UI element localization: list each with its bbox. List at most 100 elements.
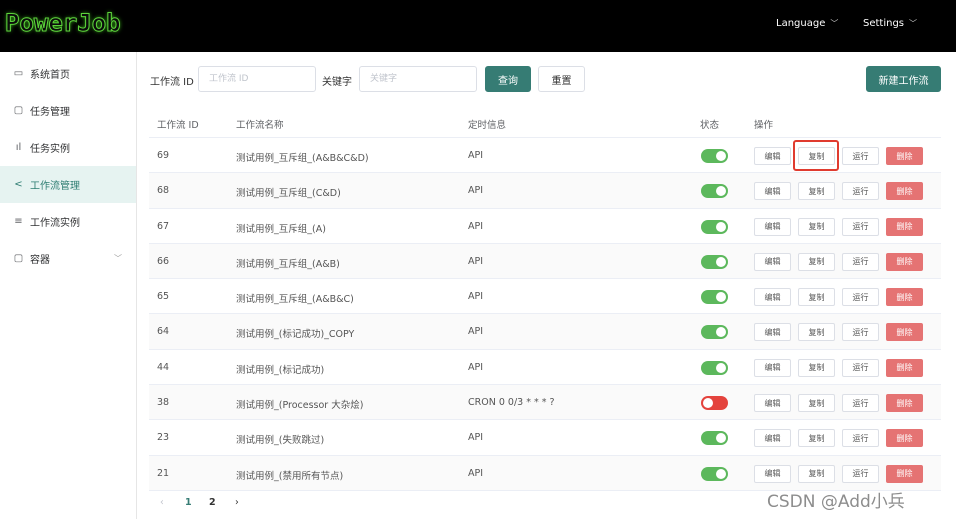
copy-button[interactable]: 复制 xyxy=(798,358,835,377)
status-toggle[interactable] xyxy=(701,360,728,375)
run-button[interactable]: 运行 xyxy=(842,429,879,448)
pagination-prev[interactable]: ‹ xyxy=(160,497,164,508)
status-toggle[interactable] xyxy=(701,254,728,269)
workflow-name-cell: 测试用例_(标记成功)_COPY xyxy=(236,329,355,341)
sidebar-item-workflow-instances[interactable]: ≡ 工作流实例 xyxy=(0,203,136,240)
keyword-input[interactable] xyxy=(359,66,477,92)
task-icon: ▢ xyxy=(13,105,24,116)
settings-label: Settings xyxy=(863,18,905,29)
edit-button[interactable]: 编辑 xyxy=(754,288,791,307)
reset-button[interactable]: 重置 xyxy=(538,66,585,92)
pagination-page-2[interactable]: 2 xyxy=(209,497,216,508)
copy-button[interactable]: 复制 xyxy=(798,217,835,236)
edit-button[interactable]: 编辑 xyxy=(754,323,791,342)
copy-button[interactable]: 复制 xyxy=(798,429,835,448)
toggle-knob xyxy=(716,151,726,161)
copy-button[interactable]: 复制 xyxy=(798,147,835,165)
toggle-knob xyxy=(716,433,726,444)
delete-button[interactable]: 删除 xyxy=(886,394,923,413)
workflow-table: 工作流 ID 工作流名称 定时信息 状态 操作 69 测试用例_互斥组_(A&B&… xyxy=(149,107,941,491)
delete-button[interactable]: 删除 xyxy=(886,217,923,236)
copy-button[interactable]: 复制 xyxy=(798,394,835,413)
run-button[interactable]: 运行 xyxy=(842,182,879,201)
pagination-page-1[interactable]: 1 xyxy=(185,497,192,508)
chevron-down-icon: ﹀ xyxy=(909,19,918,28)
schedule-cell: API xyxy=(468,255,484,267)
sidebar-item-home[interactable]: ▭ 系统首页 xyxy=(0,55,136,92)
run-button[interactable]: 运行 xyxy=(842,252,879,271)
copy-button[interactable]: 复制 xyxy=(798,464,835,483)
toggle-knob xyxy=(716,221,726,232)
status-toggle[interactable] xyxy=(701,219,728,234)
sidebar-item-workflow-management[interactable]: < 工作流管理 xyxy=(0,166,136,203)
delete-button[interactable]: 删除 xyxy=(886,288,923,307)
toggle-knob xyxy=(716,362,726,373)
status-toggle[interactable] xyxy=(701,431,728,446)
table-row: 65 测试用例_互斥组_(A&B&C) API 编辑 复制 运行 删除 xyxy=(149,279,941,315)
edit-button[interactable]: 编辑 xyxy=(754,394,791,413)
run-button[interactable]: 运行 xyxy=(842,217,879,236)
table-row: 23 测试用例_(失败跳过) API 编辑 复制 运行 删除 xyxy=(149,420,941,456)
status-toggle[interactable] xyxy=(701,290,728,305)
edit-button[interactable]: 编辑 xyxy=(754,464,791,483)
edit-button[interactable]: 编辑 xyxy=(754,358,791,377)
delete-button[interactable]: 删除 xyxy=(886,464,923,483)
run-button[interactable]: 运行 xyxy=(842,147,879,165)
sidebar-item-label: 任务实例 xyxy=(30,144,70,155)
sidebar-item-containers[interactable]: ▢ 容器 ﹀ xyxy=(0,240,136,277)
table-row: 21 测试用例_(禁用所有节点) API 编辑 复制 运行 删除 xyxy=(149,455,941,491)
powerjob-logo: PowerJob xyxy=(5,9,122,38)
workflow-id-cell: 69 xyxy=(157,150,170,161)
column-header-id: 工作流 ID xyxy=(157,120,199,131)
sidebar-item-label: 工作流实例 xyxy=(30,218,80,229)
status-toggle[interactable] xyxy=(701,184,728,199)
settings-menu[interactable]: Settings ﹀ xyxy=(863,18,917,29)
copy-button[interactable]: 复制 xyxy=(798,288,835,307)
copy-button[interactable]: 复制 xyxy=(798,323,835,342)
column-header-actions: 操作 xyxy=(754,120,774,131)
sidebar-item-task-instances[interactable]: ıl 任务实例 xyxy=(0,129,136,166)
status-toggle[interactable] xyxy=(701,466,728,481)
delete-button[interactable]: 删除 xyxy=(886,182,923,201)
delete-button[interactable]: 删除 xyxy=(886,429,923,448)
workflow-id-cell: 66 xyxy=(157,255,170,267)
sidebar-item-label: 任务管理 xyxy=(30,107,70,118)
workflow-id-cell: 64 xyxy=(157,326,170,338)
monitor-icon: ▭ xyxy=(13,68,24,79)
delete-button[interactable]: 删除 xyxy=(886,147,923,165)
edit-button[interactable]: 编辑 xyxy=(754,147,791,165)
sidebar-item-task-management[interactable]: ▢ 任务管理 xyxy=(0,92,136,129)
table-row: 67 测试用例_互斥组_(A) API 编辑 复制 运行 删除 xyxy=(149,209,941,244)
run-button[interactable]: 运行 xyxy=(842,464,879,483)
table-body: 69 测试用例_互斥组_(A&B&C&D) API 编辑 复制 运行 删除 68 测试用例_互斥… xyxy=(149,138,941,491)
delete-button[interactable]: 删除 xyxy=(886,323,923,342)
table-row: 38 测试用例_(Processor 大杂烩) CRON 0 0/3 * * * ?… xyxy=(149,385,941,421)
copy-button[interactable]: 复制 xyxy=(798,252,835,271)
copy-button[interactable]: 复制 xyxy=(798,182,835,201)
chevron-down-icon: ﹀ xyxy=(114,254,122,263)
status-toggle[interactable] xyxy=(701,149,728,163)
workflow-id-cell: 23 xyxy=(157,432,170,444)
delete-button[interactable]: 删除 xyxy=(886,358,923,377)
workflow-name-cell: 测试用例_互斥组_(A&B) xyxy=(236,258,340,270)
status-toggle[interactable] xyxy=(701,325,728,340)
status-toggle[interactable] xyxy=(701,396,728,411)
query-button[interactable]: 查询 xyxy=(485,66,531,92)
edit-button[interactable]: 编辑 xyxy=(754,429,791,448)
run-button[interactable]: 运行 xyxy=(842,323,879,342)
table-row: 44 测试用例_(标记成功) API 编辑 复制 运行 删除 xyxy=(149,350,941,386)
toggle-knob xyxy=(716,186,726,197)
run-button[interactable]: 运行 xyxy=(842,358,879,377)
language-menu[interactable]: Language ﹀ xyxy=(776,18,838,29)
edit-button[interactable]: 编辑 xyxy=(754,217,791,236)
new-workflow-button[interactable]: 新建工作流 xyxy=(866,66,941,92)
edit-button[interactable]: 编辑 xyxy=(754,182,791,201)
workflow-id-input[interactable] xyxy=(198,66,316,92)
edit-button[interactable]: 编辑 xyxy=(754,252,791,271)
pagination-next[interactable]: › xyxy=(235,497,239,508)
delete-button[interactable]: 删除 xyxy=(886,252,923,271)
column-header-schedule: 定时信息 xyxy=(468,120,507,131)
run-button[interactable]: 运行 xyxy=(842,394,879,413)
run-button[interactable]: 运行 xyxy=(842,288,879,307)
table-row: 66 测试用例_互斥组_(A&B) API 编辑 复制 运行 删除 xyxy=(149,243,941,280)
